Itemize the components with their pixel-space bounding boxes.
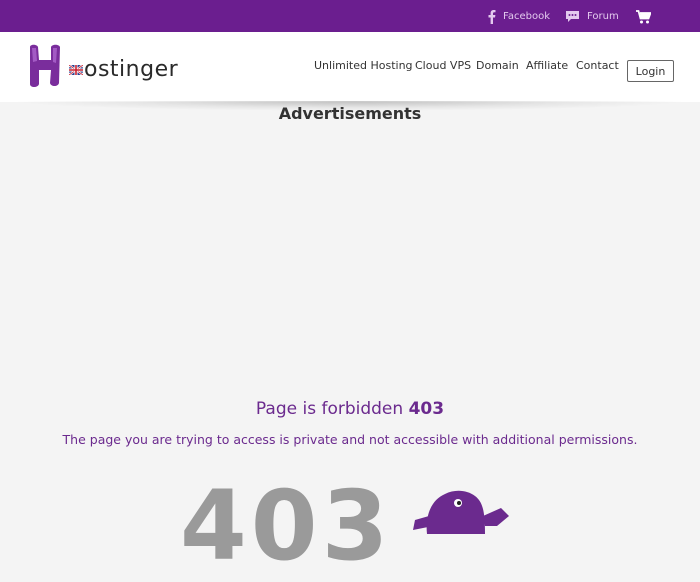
- cart-icon: [636, 10, 652, 24]
- forum-link[interactable]: Forum: [565, 0, 619, 32]
- advertisements-heading: Advertisements: [278, 104, 422, 123]
- nav-contact[interactable]: Contact: [576, 59, 619, 72]
- cart-button[interactable]: [636, 9, 652, 28]
- facebook-icon: [488, 9, 496, 24]
- top-bar: Facebook Forum: [0, 0, 700, 32]
- chat-icon: [566, 10, 579, 22]
- error-title: Page is forbidden 403: [0, 399, 700, 419]
- logo-text: ostinger: [84, 57, 179, 82]
- nav-cloud-vps[interactable]: Cloud VPS: [415, 59, 471, 72]
- forum-label: Forum: [587, 10, 619, 22]
- nav-unlimited-hosting[interactable]: Unlimited Hosting: [314, 59, 413, 72]
- facebook-link[interactable]: Facebook: [487, 0, 550, 32]
- error-code: 403: [408, 399, 445, 419]
- error-title-text: Page is forbidden: [255, 399, 409, 419]
- hostinger-logo[interactable]: ostinger: [27, 43, 187, 91]
- big-error-code: 403: [180, 470, 393, 582]
- nav-domain[interactable]: Domain: [476, 59, 519, 72]
- purple-mascot-illustration: [413, 490, 509, 534]
- error-description: The page you are trying to access is pri…: [62, 432, 638, 447]
- facebook-label: Facebook: [503, 10, 550, 22]
- nav-affiliate[interactable]: Affiliate: [526, 59, 568, 72]
- logo-h-icon: [30, 44, 60, 87]
- login-button[interactable]: Login: [627, 60, 674, 82]
